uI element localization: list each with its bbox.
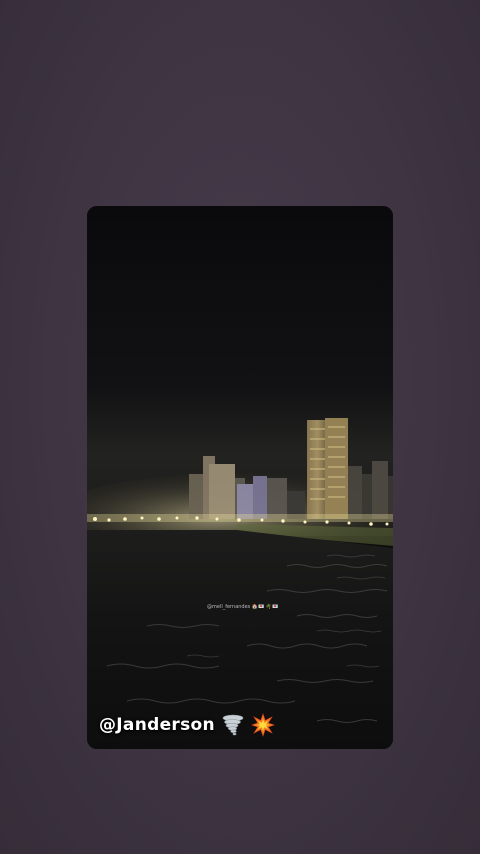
story-card[interactable]: @mell_fernandes 🏠💌 🌴💌 @Janderson <box>87 206 393 749</box>
mention-sticker[interactable]: @mell_fernandes 🏠💌 🌴💌 <box>207 604 278 610</box>
username-caption[interactable]: @Janderson <box>99 715 215 735</box>
tornado-emoji-icon <box>222 714 244 736</box>
collision-emoji-icon <box>250 713 275 737</box>
screen: @mell_fernandes 🏠💌 🌴💌 @Janderson <box>0 0 480 854</box>
caption: @Janderson <box>99 711 275 739</box>
night-cityscape-photo <box>87 206 393 749</box>
